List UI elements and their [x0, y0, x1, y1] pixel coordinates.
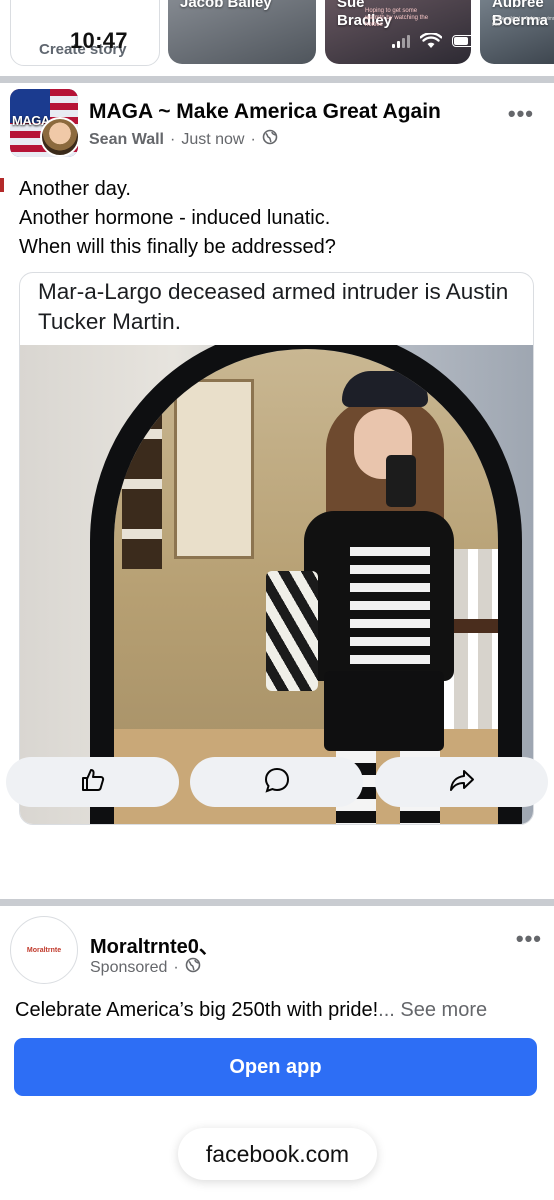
story-card-aubree[interactable]: Aubree Boerma In the wild at a fishing s… [480, 0, 554, 64]
story-caption: In the wild at a fishing swimmer this [492, 16, 554, 28]
thumbs-up-icon [80, 767, 106, 798]
open-app-button[interactable]: Open app [14, 1038, 537, 1096]
globe-icon [185, 957, 201, 978]
edge-mark [0, 178, 4, 192]
story-name: Jacob Bailey [180, 0, 272, 11]
sponsored-more-options-button[interactable]: ••• [516, 926, 542, 952]
author-name[interactable]: Sean Wall [89, 131, 164, 149]
feed-divider [0, 899, 554, 906]
post-time[interactable]: Just now [181, 131, 244, 149]
post-meta: Sean Wall · Just now · [89, 129, 278, 150]
meta-separator: · [169, 130, 176, 148]
see-more-link[interactable]: ... See more [378, 999, 487, 1021]
stories-strip: Create story Jacob Bailey Sue Bradley Ho… [0, 0, 554, 76]
advertiser-name[interactable]: Moraltrnte0、 [90, 930, 219, 959]
post-text: Another day. Another hormone - induced l… [19, 175, 336, 262]
comment-button[interactable] [190, 757, 363, 807]
share-arrow-icon [448, 767, 476, 798]
sponsored-label: Sponsored [90, 958, 168, 976]
post-text-line: When will this finally be addressed? [19, 236, 336, 258]
wifi-icon [420, 33, 442, 49]
sponsored-body: Celebrate America’s big 250th with pride… [15, 999, 379, 1021]
status-time: 10:47 [70, 28, 128, 53]
page-name[interactable]: MAGA ~ Make America Great Again [89, 100, 441, 124]
story-card-jacob[interactable]: Jacob Bailey [168, 0, 316, 64]
speech-bubble-icon [263, 766, 291, 799]
story-card-sue[interactable]: Sue Bradley Hoping to get some warmth by… [325, 0, 471, 64]
post-text-line: Another hormone - induced lunatic. [19, 207, 331, 229]
globe-icon [262, 129, 278, 150]
advertiser-avatar[interactable]: Moraltrnte [10, 916, 78, 984]
post-more-options-button[interactable]: ••• [508, 101, 534, 127]
like-button[interactable] [6, 757, 179, 807]
mirror-frame [90, 345, 522, 824]
post-action-bar [0, 757, 554, 809]
status-icons [392, 33, 476, 49]
feed-divider [0, 76, 554, 83]
card-headline: Mar-a-Largo deceased armed intruder is A… [38, 279, 509, 334]
sponsored-meta: Sponsored · [90, 957, 201, 978]
story-caption: Hoping to get some warmth by watching th… [365, 8, 429, 28]
author-avatar[interactable] [40, 117, 80, 157]
meta-separator: · [250, 130, 256, 148]
sponsored-text: Celebrate America’s big 250th with pride… [15, 999, 487, 1022]
battery-icon [452, 35, 476, 47]
signal-icon [392, 34, 410, 48]
advertiser-avatar-text: Moraltrnte [26, 946, 62, 954]
share-button[interactable] [375, 757, 548, 807]
meta-separator: · [173, 958, 179, 976]
shared-image-card[interactable]: Mar-a-Largo deceased armed intruder is A… [19, 272, 534, 825]
post-photo[interactable] [20, 345, 533, 824]
post-text-line: Another day. [19, 178, 131, 200]
url-bar[interactable]: facebook.com [178, 1128, 377, 1180]
